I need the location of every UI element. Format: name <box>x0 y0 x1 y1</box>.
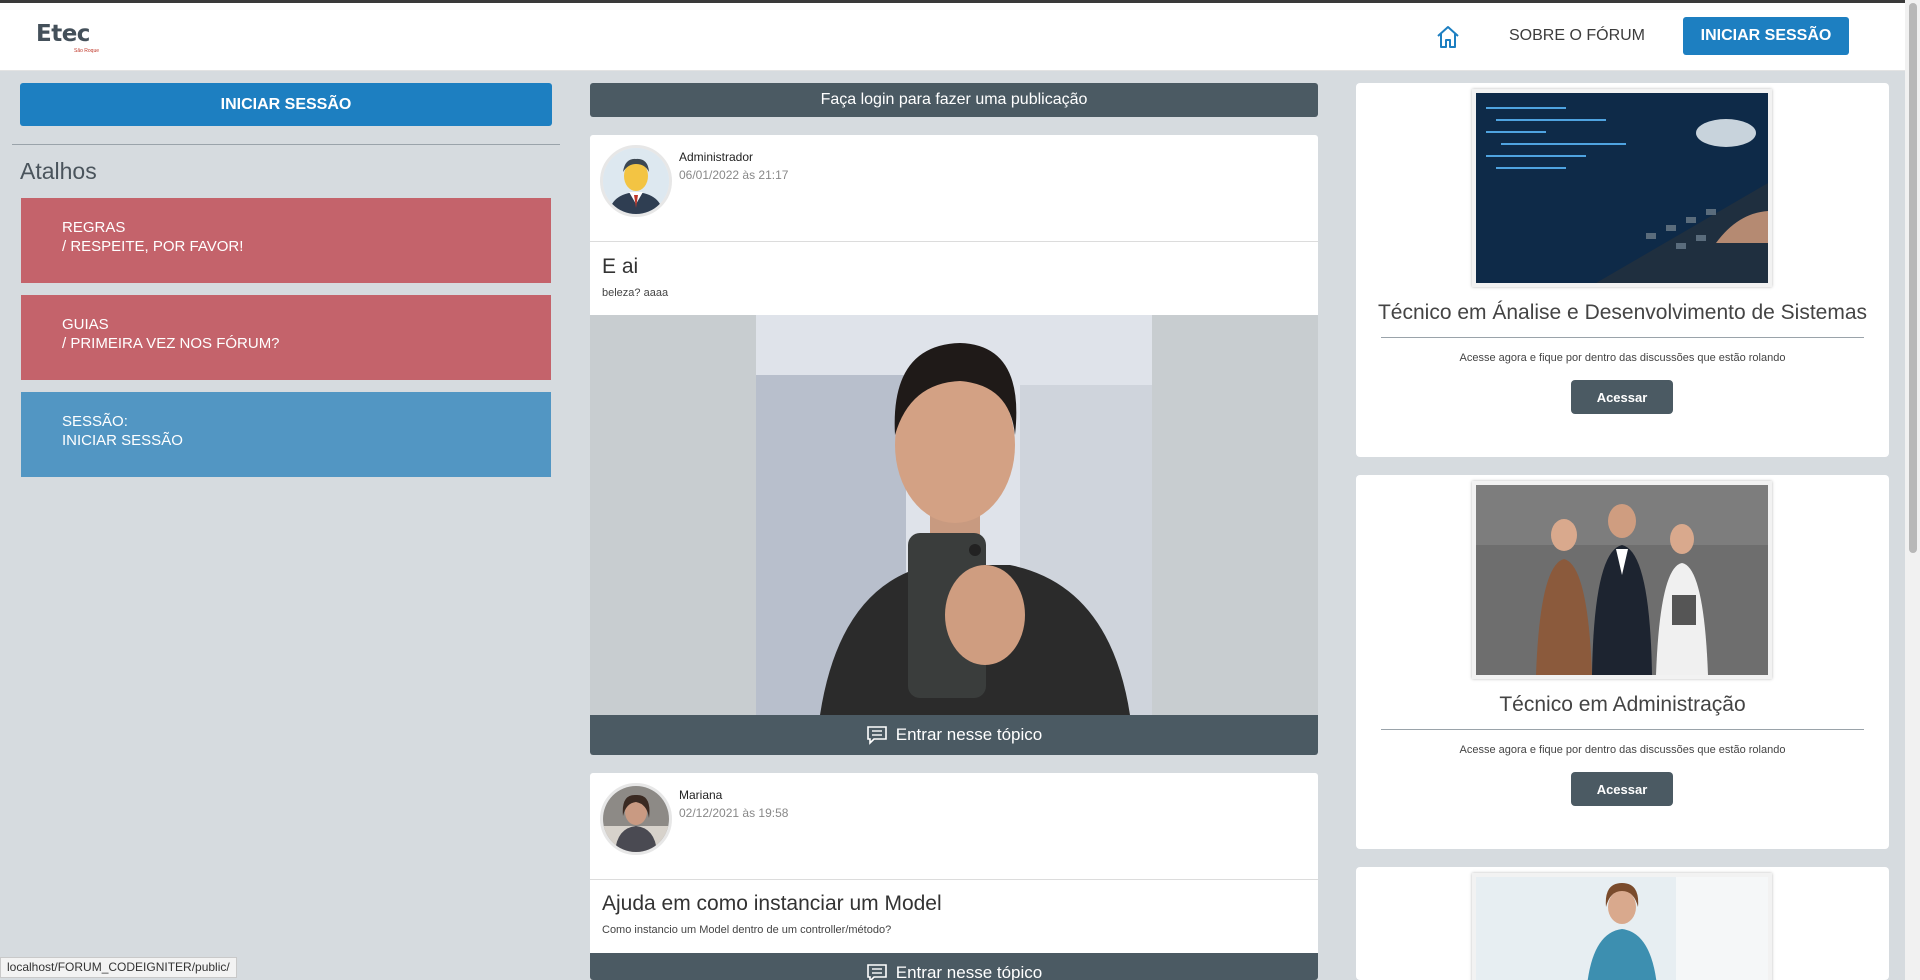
course-image <box>1472 481 1772 679</box>
shortcut-label: REGRAS <box>62 219 126 236</box>
home-icon[interactable] <box>1434 23 1462 51</box>
post-header: Mariana 02/12/2021 às 19:58 <box>590 773 1318 880</box>
course-image <box>1472 89 1772 287</box>
shortcut-label: GUIAS <box>62 316 109 333</box>
shortcut-rules[interactable]: REGRAS / RESPEITE, POR FAVOR! <box>21 198 551 283</box>
course-image <box>1472 873 1772 980</box>
divider <box>12 144 560 145</box>
etec-logo[interactable]: Etec São Roque <box>36 21 99 54</box>
shortcuts-title: Atalhos <box>20 158 97 184</box>
course-card-ads: Técnico em Ánalise e Desenvolvimento de … <box>1356 83 1889 457</box>
enter-topic-button[interactable]: Entrar nesse tópico <box>590 715 1318 755</box>
course-description: Acesse agora e fique por dentro das disc… <box>1459 744 1786 756</box>
divider <box>1381 729 1864 730</box>
post-date: 06/01/2022 às 21:17 <box>679 168 789 182</box>
enter-topic-button[interactable]: Entrar nesse tópico <box>590 953 1318 980</box>
comment-icon <box>866 964 887 980</box>
shortcut-sublabel: / PRIMEIRA VEZ NOS FÓRUM? <box>62 335 280 352</box>
course-title: Técnico em Ánalise e Desenvolvimento de … <box>1377 301 1868 324</box>
post-body: beleza? aaaa <box>602 287 669 299</box>
post-body: Como instancio um Model dentro de um con… <box>602 924 892 936</box>
course-description: Acesse agora e fique por dentro das disc… <box>1459 352 1786 364</box>
logo-text: Etec <box>36 21 90 47</box>
shortcut-session[interactable]: SESSÃO: INICIAR SESSÃO <box>21 392 551 477</box>
avatar <box>600 783 672 855</box>
login-to-post-banner[interactable]: Faça login para fazer uma publicação <box>590 83 1318 117</box>
post-author: Mariana <box>679 788 723 802</box>
course-card-administracao: Técnico em Administração Acesse agora e … <box>1356 475 1889 849</box>
course-title: Técnico em Administração <box>1499 693 1746 716</box>
status-bar-url: localhost/FORUM_CODEIGNITER/public/ <box>0 957 237 978</box>
post-card: Administrador 06/01/2022 às 21:17 E ai b… <box>590 135 1318 755</box>
shortcut-guides[interactable]: GUIAS / PRIMEIRA VEZ NOS FÓRUM? <box>21 295 551 380</box>
shortcut-sublabel: / RESPEITE, POR FAVOR! <box>62 238 244 255</box>
post-header: Administrador 06/01/2022 às 21:17 <box>590 135 1318 242</box>
post-date: 02/12/2021 às 19:58 <box>679 806 789 820</box>
post-card: Mariana 02/12/2021 às 19:58 Ajuda em com… <box>590 773 1318 980</box>
about-forum-link[interactable]: SOBRE O FÓRUM <box>1509 27 1645 45</box>
shortcut-label: SESSÃO: <box>62 413 128 430</box>
access-course-button[interactable]: Acessar <box>1571 772 1673 806</box>
post-author: Administrador <box>679 150 754 164</box>
post-title: E ai <box>602 255 639 278</box>
navbar: Etec São Roque SOBRE O FÓRUM INICIAR SES… <box>0 3 1905 71</box>
shortcut-sublabel: INICIAR SESSÃO <box>62 432 183 449</box>
logo-subtext: São Roque <box>74 48 100 54</box>
comment-icon <box>866 726 887 745</box>
post-image <box>590 315 1318 715</box>
scrollbar-thumb[interactable] <box>1909 3 1917 553</box>
header-login-button[interactable]: INICIAR SESSÃO <box>1683 17 1849 55</box>
post-title: Ajuda em como instanciar um Model <box>602 892 942 915</box>
enter-topic-label: Entrar nesse tópico <box>895 963 1043 980</box>
course-card-partial <box>1356 867 1889 980</box>
avatar <box>600 145 672 217</box>
access-course-button[interactable]: Acessar <box>1571 380 1673 414</box>
sidebar-login-button[interactable]: INICIAR SESSÃO <box>20 83 552 126</box>
enter-topic-label: Entrar nesse tópico <box>895 725 1043 744</box>
divider <box>1381 337 1864 338</box>
